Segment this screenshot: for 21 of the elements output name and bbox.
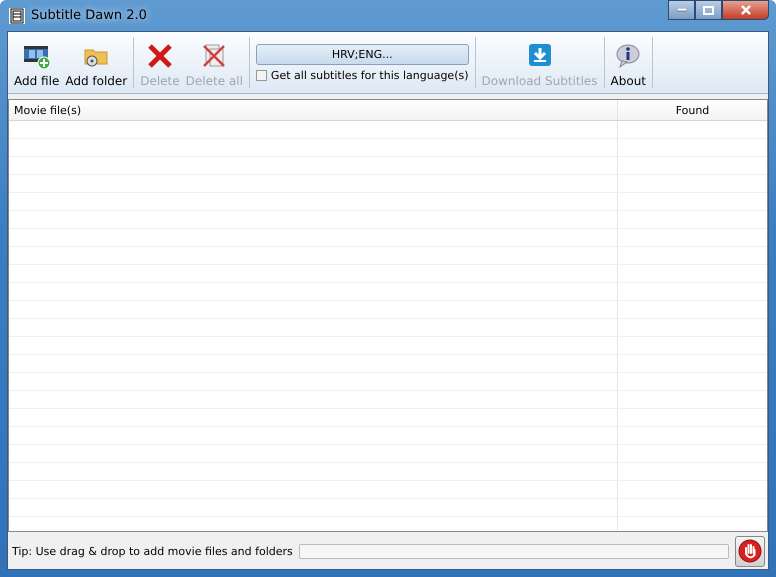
toolbar-button[interactable]: Add folder: [63, 34, 130, 91]
column-header[interactable]: Found: [618, 100, 767, 120]
film-add-icon: [22, 43, 51, 69]
delete-icon: [146, 43, 174, 69]
minimize-icon: [676, 8, 686, 12]
maximize-icon: [703, 6, 714, 14]
toolbar-button[interactable]: About: [608, 34, 648, 91]
toolbar-button[interactable]: Add file: [12, 34, 62, 91]
minimize-button[interactable]: [668, 0, 695, 20]
info-icon: [614, 43, 642, 69]
maximize-button[interactable]: [695, 0, 722, 20]
app-icon: [9, 8, 25, 24]
window-title: Subtitle Dawn 2.0: [31, 8, 147, 23]
language-button[interactable]: HRV;ENG...: [256, 44, 469, 64]
stop-hand-icon: [738, 539, 762, 563]
column-header[interactable]: Movie file(s): [9, 100, 618, 120]
close-icon: [740, 5, 752, 15]
stop-button[interactable]: [735, 536, 765, 566]
close-button[interactable]: [722, 0, 769, 20]
tip-text: Tip: Use drag & drop to add movie files and folders: [12, 544, 293, 558]
subtitles-checkbox[interactable]: Get all subtitles for this language(s): [256, 68, 469, 82]
